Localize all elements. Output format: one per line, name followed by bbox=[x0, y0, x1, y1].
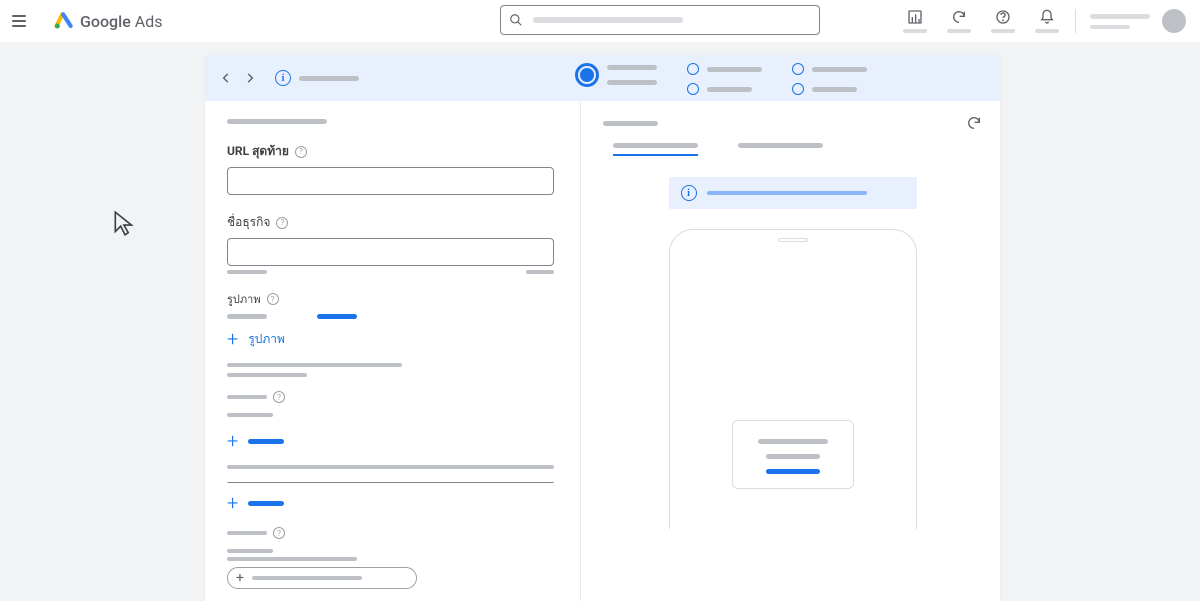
preview-tabs bbox=[603, 143, 982, 157]
form-column: URL สุดท้าย ชื่อธุรกิจ รูปภาพ + bbox=[205, 101, 580, 601]
search-icon bbox=[509, 13, 523, 27]
divider bbox=[1075, 9, 1076, 33]
pill-input[interactable]: + bbox=[227, 567, 417, 589]
preview-column bbox=[580, 101, 1000, 601]
final-url-input[interactable] bbox=[227, 167, 554, 195]
refresh-icon[interactable] bbox=[937, 0, 981, 42]
preview-info-banner bbox=[669, 177, 917, 209]
notifications-icon[interactable] bbox=[1025, 0, 1069, 42]
help-icon[interactable] bbox=[276, 217, 288, 229]
preview-heading bbox=[603, 121, 658, 126]
images-label: รูปภาพ bbox=[227, 290, 558, 308]
back-button[interactable] bbox=[219, 71, 233, 85]
ads-logo-icon bbox=[54, 11, 74, 31]
preview-tab-1[interactable] bbox=[613, 143, 698, 156]
info-icon bbox=[681, 185, 697, 201]
search-placeholder bbox=[533, 17, 683, 23]
final-url-label: URL สุดท้าย bbox=[227, 142, 558, 161]
account-info[interactable] bbox=[1090, 14, 1150, 29]
help-icon[interactable] bbox=[981, 0, 1025, 42]
business-name-label: ชื่อธุรกิจ bbox=[227, 213, 558, 232]
cursor-icon bbox=[112, 210, 138, 238]
business-name-input[interactable] bbox=[227, 238, 554, 266]
stepper-title bbox=[299, 76, 359, 81]
section-heading bbox=[227, 119, 327, 124]
menu-icon[interactable] bbox=[12, 11, 32, 31]
info-icon bbox=[275, 70, 291, 86]
header-actions bbox=[893, 0, 1186, 42]
step-1[interactable] bbox=[575, 63, 657, 87]
help-icon[interactable] bbox=[267, 293, 279, 305]
step-3[interactable] bbox=[792, 63, 867, 95]
main-panel: URL สุดท้าย ชื่อธุรกิจ รูปภาพ + bbox=[205, 55, 1000, 601]
ad-preview-card bbox=[732, 420, 854, 489]
refresh-preview-button[interactable] bbox=[966, 115, 982, 131]
product-logo[interactable]: Google Ads bbox=[54, 11, 162, 31]
preview-tab-2[interactable] bbox=[738, 143, 823, 156]
search-input[interactable] bbox=[500, 5, 820, 35]
forward-button[interactable] bbox=[243, 71, 257, 85]
stepper-bar bbox=[205, 55, 1000, 101]
avatar[interactable] bbox=[1162, 9, 1186, 33]
add-item-button-2[interactable]: + bbox=[227, 493, 558, 513]
help-icon[interactable] bbox=[273, 391, 285, 403]
product-name: Google Ads bbox=[80, 12, 162, 31]
step-2[interactable] bbox=[687, 63, 762, 95]
add-images-button[interactable]: + รูปภาพ bbox=[227, 329, 558, 349]
app-header: Google Ads bbox=[0, 0, 1200, 42]
help-icon[interactable] bbox=[273, 527, 285, 539]
help-icon[interactable] bbox=[295, 146, 307, 158]
phone-preview bbox=[669, 229, 917, 529]
stepper-steps bbox=[575, 55, 867, 101]
reports-icon[interactable] bbox=[893, 0, 937, 42]
add-item-button-1[interactable]: + bbox=[227, 431, 558, 451]
